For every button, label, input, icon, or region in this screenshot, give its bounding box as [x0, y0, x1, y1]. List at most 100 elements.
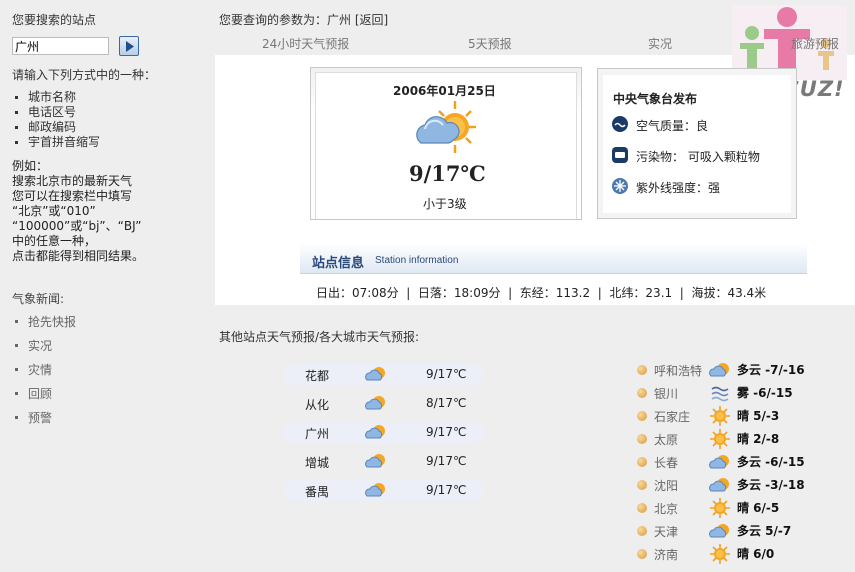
news-link[interactable]: 回顾 [12, 386, 76, 410]
fog-icon [709, 383, 731, 406]
tab-5day-forecast[interactable]: 5天预报 [468, 35, 512, 52]
city-weather: 多云 -6/-15 [737, 455, 805, 469]
bullet-dot-icon [637, 480, 647, 490]
station-temp: 9/17℃ [426, 367, 467, 381]
bullet-dot-icon [637, 526, 647, 536]
uv-text: 紫外线强度：强 [636, 181, 721, 195]
cloudy-sun-icon [365, 425, 385, 439]
station-row[interactable]: 从化 8/17℃ [283, 393, 484, 414]
station-row[interactable]: 花都 9/17℃ [283, 364, 484, 385]
city-weather: 多云 5/-7 [737, 524, 792, 538]
station-info-title: 站点信息 [312, 256, 365, 271]
air-quality-text: 空气质量：良 [636, 119, 709, 133]
play-arrow-icon [126, 41, 134, 52]
city-name: 银川 [654, 387, 679, 401]
query-summary: 您要查询的参数为：广州 [返回] [219, 11, 388, 28]
sun-icon [709, 498, 731, 521]
city-row[interactable]: 天津 多云 5/-7 [637, 521, 847, 541]
forecast-wind: 小于3级 [423, 197, 467, 211]
news-link[interactable]: 预警 [12, 410, 76, 434]
city-row[interactable]: 银川 雾 -6/-15 [637, 383, 847, 403]
cloudy-sun-icon [709, 452, 731, 475]
bullet-dot-icon [637, 503, 647, 513]
station-name: 增城 [305, 456, 330, 470]
air-quality-icon [612, 116, 628, 132]
cloudy-sun-icon [365, 396, 385, 410]
station-search-input[interactable] [12, 37, 109, 55]
city-row[interactable]: 北京 晴 6/-5 [637, 498, 847, 518]
forecast-temperature: 9/17℃ [409, 161, 486, 186]
city-row[interactable]: 沈阳 多云 -3/-18 [637, 475, 847, 495]
example-line: 搜索北京市的最新天气 [12, 174, 133, 188]
cloudy-sun-icon [709, 360, 731, 383]
tab-24h-forecast[interactable]: 24小时天气预报 [262, 35, 349, 52]
city-name: 天津 [654, 525, 679, 539]
search-option: 宇首拼音缩写 [12, 135, 100, 150]
city-name: 石家庄 [654, 410, 691, 424]
station-info-title-en: Station information [375, 255, 459, 266]
cloudy-sun-icon [709, 475, 731, 498]
station-name: 从化 [305, 398, 330, 412]
city-name: 北京 [654, 502, 679, 516]
station-temp: 9/17℃ [426, 425, 467, 439]
city-weather: 晴 5/-3 [737, 409, 780, 423]
city-weather: 雾 -6/-15 [737, 386, 793, 400]
city-row[interactable]: 济南 晴 6/0 [637, 544, 847, 564]
example-line: 例如： [12, 159, 49, 173]
bullet-dot-icon [637, 549, 647, 559]
city-row[interactable]: 呼和浩特 多云 -7/-16 [637, 360, 847, 380]
cloudy-sun-icon [415, 99, 477, 158]
bullet-dot-icon [637, 434, 647, 444]
city-weather: 多云 -7/-16 [737, 363, 805, 377]
pollutant-text: 污染物： 可吸入颗粒物 [636, 150, 760, 164]
bullet-dot-icon [637, 388, 647, 398]
example-line: 您可以在搜索栏中填写 [12, 189, 133, 203]
city-row[interactable]: 石家庄 晴 5/-3 [637, 406, 847, 426]
example-line: 中的任意一种， [12, 234, 97, 248]
city-row[interactable]: 长春 多云 -6/-15 [637, 452, 847, 472]
city-name: 沈阳 [654, 479, 679, 493]
station-name: 花都 [305, 369, 330, 383]
query-city: 广州 [327, 13, 352, 27]
city-row[interactable]: 太原 晴 2/-8 [637, 429, 847, 449]
query-prefix: 您要查询的参数为： [219, 13, 328, 27]
city-name: 长春 [654, 456, 679, 470]
news-list: 抢先快报 实况 灾情 回顾 预警 [12, 314, 76, 434]
example-line: 点击都能得到相同结果。 [12, 249, 145, 263]
station-row[interactable]: 番禺 9/17℃ [283, 480, 484, 501]
sun-icon [709, 429, 731, 452]
back-link[interactable]: [返回] [355, 13, 388, 27]
bullet-dot-icon [637, 457, 647, 467]
city-weather: 晴 2/-8 [737, 432, 780, 446]
station-name: 广州 [305, 427, 330, 441]
station-row[interactable]: 增城 9/17℃ [283, 451, 484, 472]
pollutant-icon [612, 147, 628, 163]
other-stations-title: 其他站点天气预报/各大城市天气预报: [219, 330, 420, 344]
search-options-list: 城市名称 电话区号 邮政编码 宇首拼音缩写 [12, 90, 100, 150]
news-link[interactable]: 实况 [12, 338, 76, 362]
cloudy-sun-icon [365, 483, 385, 497]
bullet-dot-icon [637, 365, 647, 375]
uv-icon [612, 178, 628, 194]
news-link[interactable]: 抢先快报 [12, 314, 76, 338]
search-option: 城市名称 [12, 90, 100, 105]
station-row[interactable]: 广州 9/17℃ [283, 422, 484, 443]
news-link[interactable]: 灾情 [12, 362, 76, 386]
city-name: 呼和浩特 [654, 364, 703, 378]
tab-travel-forecast[interactable]: 旅游预报 [791, 35, 839, 52]
search-hint: 请输入下列方式中的一种： [12, 68, 157, 82]
news-section-title: 气象新闻: [12, 292, 65, 306]
city-weather: 多云 -3/-18 [737, 478, 805, 492]
cloudy-sun-icon [365, 367, 385, 381]
search-option: 邮政编码 [12, 120, 100, 135]
forecast-date: 2006年01月25日 [393, 84, 496, 98]
cloudy-sun-icon [709, 521, 731, 544]
station-temp: 8/17℃ [426, 396, 467, 410]
tab-live[interactable]: 实况 [648, 35, 672, 52]
cloudy-sun-icon [365, 454, 385, 468]
station-temp: 9/17℃ [426, 454, 467, 468]
station-name: 番禺 [305, 485, 330, 499]
publisher-title: 中央气象台发布 [613, 92, 698, 106]
station-temp: 9/17℃ [426, 483, 467, 497]
search-go-button[interactable] [119, 36, 139, 56]
